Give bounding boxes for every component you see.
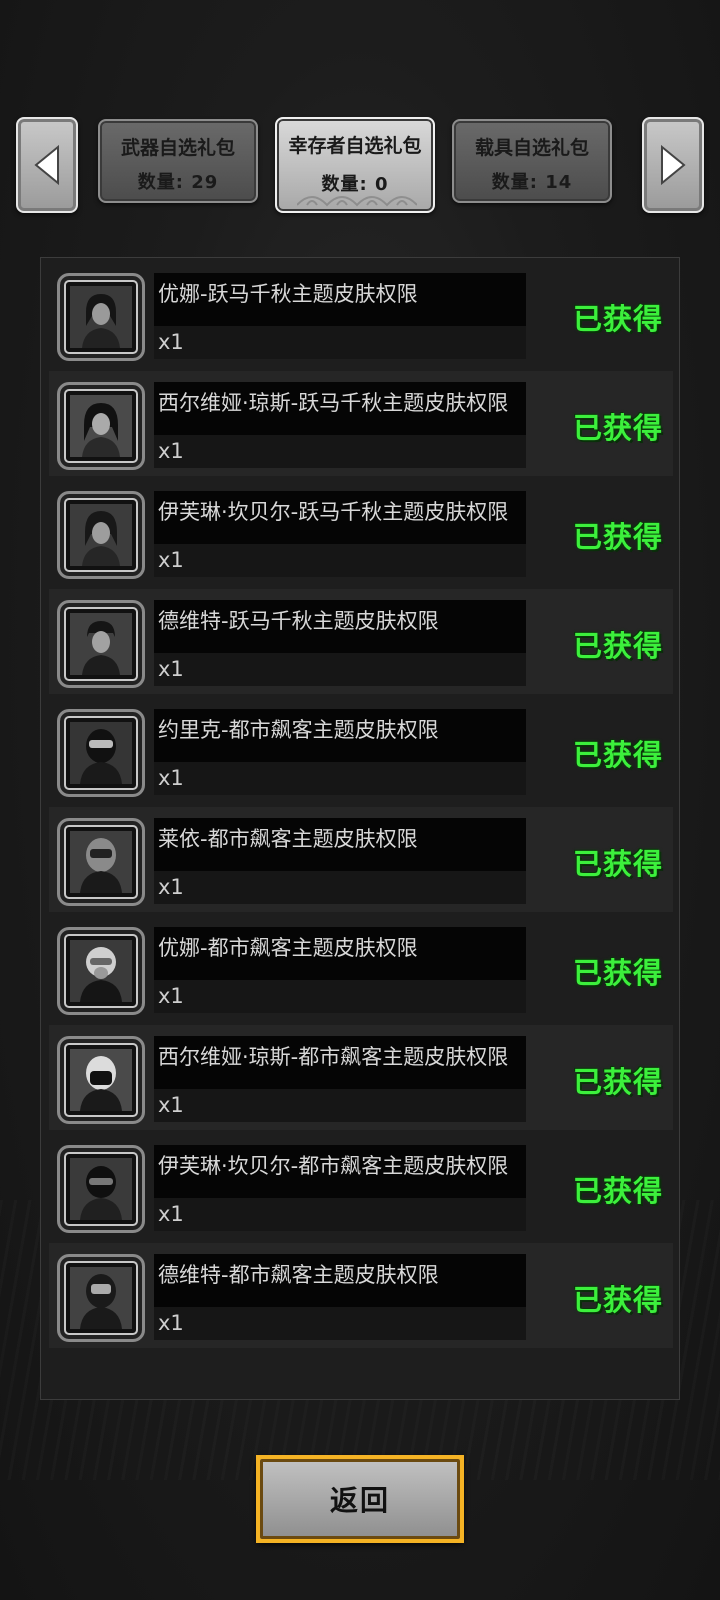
status-badge: 已获得 — [572, 1283, 663, 1317]
status-badge: 已获得 — [572, 302, 663, 336]
item-name: 优娜-跃马千秋主题皮肤权限 — [154, 273, 526, 326]
item-quantity: x1 — [154, 653, 526, 686]
status-badge: 已获得 — [572, 520, 663, 554]
status-badge: 已获得 — [572, 738, 663, 772]
helmet-portrait-icon — [70, 831, 132, 893]
item-name: 西尔维娅·琼斯-都市飙客主题皮肤权限 — [154, 1036, 526, 1089]
avatar — [57, 818, 145, 906]
item-quantity: x1 — [154, 1089, 526, 1122]
list-item: 德维特-都市飙客主题皮肤权限 x1 已获得 — [49, 1243, 673, 1348]
tab-survivor-pack[interactable]: 幸存者自选礼包 数量: 0 — [275, 117, 435, 213]
avatar — [57, 273, 145, 361]
frame-corner — [256, 1517, 282, 1543]
tab-title: 幸存者自选礼包 — [288, 135, 422, 157]
reward-list-panel[interactable]: 优娜-跃马千秋主题皮肤权限 x1 已获得 西尔维娅·琼斯-跃马千秋主题皮肤权限 … — [40, 257, 680, 1400]
list-item: 优娜-跃马千秋主题皮肤权限 x1 已获得 — [49, 262, 673, 367]
prev-tab-button[interactable] — [16, 117, 78, 213]
avatar — [57, 382, 145, 470]
list-item: 约里克-都市飙客主题皮肤权限 x1 已获得 — [49, 698, 673, 803]
back-button-label: 返回 — [329, 1484, 390, 1517]
tab-count: 数量: 29 — [137, 172, 219, 193]
status-badge: 已获得 — [572, 1065, 663, 1099]
list-item: 莱依-都市飙客主题皮肤权限 x1 已获得 — [49, 807, 673, 912]
list-item: 德维特-跃马千秋主题皮肤权限 x1 已获得 — [49, 589, 673, 694]
list-item: 西尔维娅·琼斯-跃马千秋主题皮肤权限 x1 已获得 — [49, 371, 673, 476]
frame-corner — [256, 1455, 282, 1481]
item-name: 莱依-都市飙客主题皮肤权限 — [154, 818, 526, 871]
status-badge: 已获得 — [572, 411, 663, 445]
frame-corner — [438, 1517, 464, 1543]
helmet-portrait-icon — [70, 1049, 132, 1111]
gift-pack-tabs: 武器自选礼包 数量: 29 幸存者自选礼包 数量: 0 载具自选礼包 数量: 1… — [0, 117, 720, 213]
avatar — [57, 927, 145, 1015]
chevron-right-icon — [661, 144, 686, 186]
item-quantity: x1 — [154, 980, 526, 1013]
item-name: 伊芙琳·坎贝尔-跃马千秋主题皮肤权限 — [154, 491, 526, 544]
avatar — [57, 1254, 145, 1342]
character-portrait-icon — [70, 504, 132, 566]
tab-title: 武器自选礼包 — [120, 137, 235, 159]
item-quantity: x1 — [154, 1198, 526, 1231]
item-name: 优娜-都市飙客主题皮肤权限 — [154, 927, 526, 980]
item-name: 德维特-都市飙客主题皮肤权限 — [154, 1254, 526, 1307]
tab-title: 载具自选礼包 — [474, 137, 589, 159]
item-quantity: x1 — [154, 762, 526, 795]
item-quantity: x1 — [154, 544, 526, 577]
list-item: 西尔维娅·琼斯-都市飙客主题皮肤权限 x1 已获得 — [49, 1025, 673, 1130]
back-button[interactable]: 返回 — [256, 1455, 464, 1543]
item-quantity: x1 — [154, 435, 526, 468]
list-item: 优娜-都市飙客主题皮肤权限 x1 已获得 — [49, 916, 673, 1021]
item-quantity: x1 — [154, 1307, 526, 1340]
next-tab-button[interactable] — [642, 117, 704, 213]
character-portrait-icon — [70, 286, 132, 348]
helmet-portrait-icon — [70, 1267, 132, 1329]
avatar — [57, 491, 145, 579]
status-badge: 已获得 — [572, 1174, 663, 1208]
list-item: 伊芙琳·坎贝尔-都市飙客主题皮肤权限 x1 已获得 — [49, 1134, 673, 1239]
frame-corner — [438, 1455, 464, 1481]
tab-weapon-pack[interactable]: 武器自选礼包 数量: 29 — [98, 119, 258, 203]
avatar — [57, 709, 145, 797]
item-name: 伊芙琳·坎贝尔-都市飙客主题皮肤权限 — [154, 1145, 526, 1198]
helmet-portrait-icon — [70, 940, 132, 1002]
tab-vehicle-pack[interactable]: 载具自选礼包 数量: 14 — [452, 119, 612, 203]
item-name: 约里克-都市飙客主题皮肤权限 — [154, 709, 526, 762]
item-quantity: x1 — [154, 871, 526, 904]
wave-pattern-icon — [297, 196, 417, 207]
item-name: 德维特-跃马千秋主题皮肤权限 — [154, 600, 526, 653]
list-item: 伊芙琳·坎贝尔-跃马千秋主题皮肤权限 x1 已获得 — [49, 480, 673, 585]
helmet-portrait-icon — [70, 1158, 132, 1220]
item-name: 西尔维娅·琼斯-跃马千秋主题皮肤权限 — [154, 382, 526, 435]
avatar — [57, 600, 145, 688]
status-badge: 已获得 — [572, 956, 663, 990]
status-badge: 已获得 — [572, 847, 663, 881]
avatar — [57, 1145, 145, 1233]
avatar — [57, 1036, 145, 1124]
status-badge: 已获得 — [572, 629, 663, 663]
helmet-portrait-icon — [70, 722, 132, 784]
item-quantity: x1 — [154, 326, 526, 359]
character-portrait-icon — [70, 395, 132, 457]
chevron-left-icon — [34, 144, 59, 186]
character-portrait-icon — [70, 613, 132, 675]
tab-count: 数量: 14 — [491, 172, 573, 193]
